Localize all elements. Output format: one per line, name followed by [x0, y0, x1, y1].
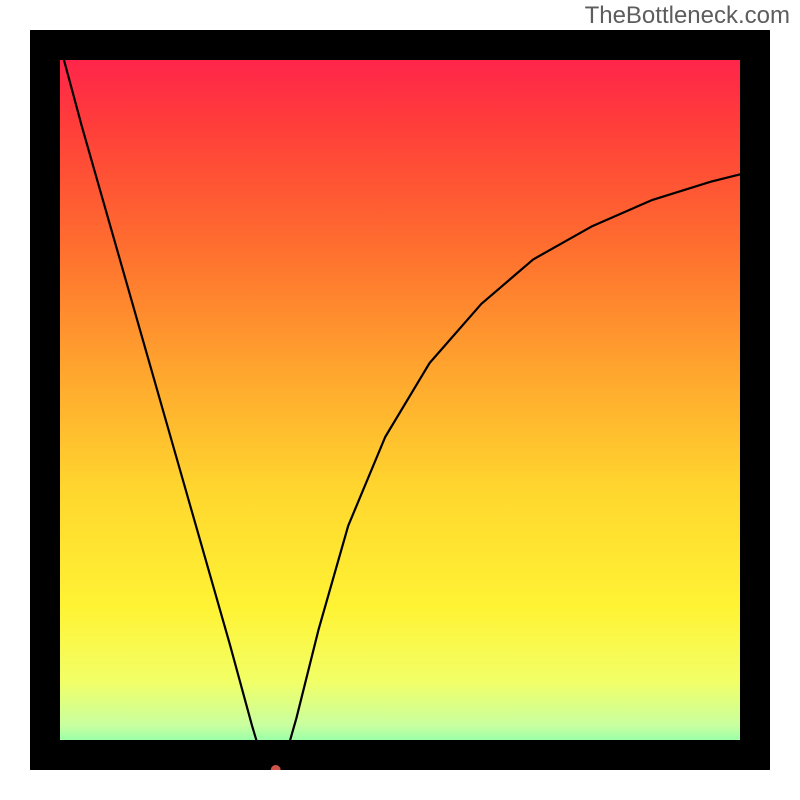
plot-frame-border — [30, 30, 770, 770]
watermark-text: TheBottleneck.com — [585, 2, 790, 30]
chart-container: TheBottleneck.com — [0, 0, 800, 800]
plot-area — [30, 30, 770, 770]
bottleneck-curve — [56, 30, 770, 770]
